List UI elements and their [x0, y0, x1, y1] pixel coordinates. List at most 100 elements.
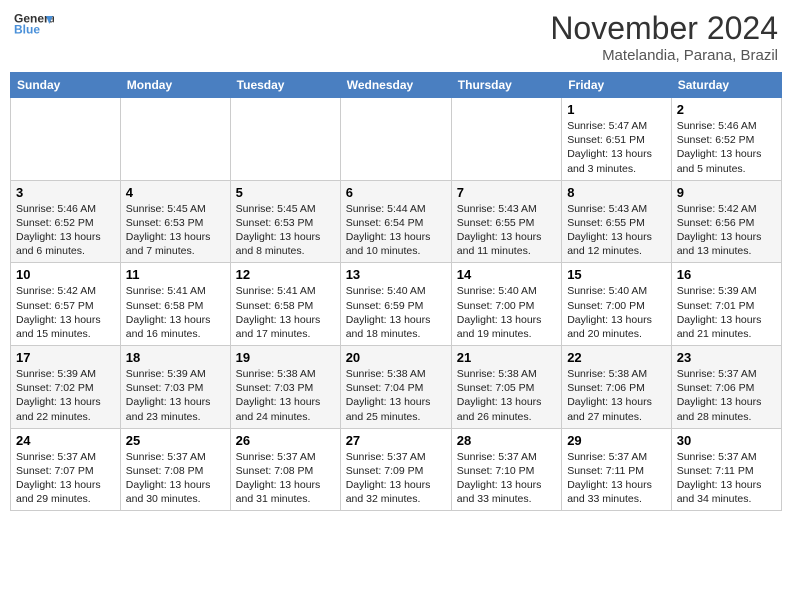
- day-info: Sunrise: 5:38 AM Sunset: 7:06 PM Dayligh…: [567, 367, 666, 424]
- day-number: 6: [346, 185, 446, 200]
- day-info: Sunrise: 5:43 AM Sunset: 6:55 PM Dayligh…: [567, 202, 666, 259]
- day-info: Sunrise: 5:42 AM Sunset: 6:56 PM Dayligh…: [677, 202, 776, 259]
- calendar-day-cell: 29 Sunrise: 5:37 AM Sunset: 7:11 PM Dayli…: [562, 428, 672, 511]
- day-number: 28: [457, 433, 556, 448]
- day-info: Sunrise: 5:44 AM Sunset: 6:54 PM Dayligh…: [346, 202, 446, 259]
- day-number: 3: [16, 185, 115, 200]
- day-number: 13: [346, 267, 446, 282]
- calendar-week-row: 1 Sunrise: 5:47 AM Sunset: 6:51 PM Daylig…: [11, 98, 782, 181]
- day-info: Sunrise: 5:42 AM Sunset: 6:57 PM Dayligh…: [16, 284, 115, 341]
- day-info: Sunrise: 5:39 AM Sunset: 7:01 PM Dayligh…: [677, 284, 776, 341]
- calendar-day-cell: [340, 98, 451, 181]
- day-info: Sunrise: 5:38 AM Sunset: 7:03 PM Dayligh…: [236, 367, 335, 424]
- day-info: Sunrise: 5:37 AM Sunset: 7:11 PM Dayligh…: [677, 450, 776, 507]
- day-info: Sunrise: 5:43 AM Sunset: 6:55 PM Dayligh…: [457, 202, 556, 259]
- calendar-day-cell: 15 Sunrise: 5:40 AM Sunset: 7:00 PM Dayli…: [562, 263, 672, 346]
- calendar-day-cell: 9Sunrise: 5:42 AM Sunset: 6:56 PM Daylig…: [671, 180, 781, 263]
- logo-icon: General Blue: [14, 10, 54, 38]
- calendar-day-cell: 1 Sunrise: 5:47 AM Sunset: 6:51 PM Daylig…: [562, 98, 672, 181]
- weekday-header-cell: Tuesday: [230, 73, 340, 98]
- day-info: Sunrise: 5:37 AM Sunset: 7:08 PM Dayligh…: [236, 450, 335, 507]
- day-info: Sunrise: 5:45 AM Sunset: 6:53 PM Dayligh…: [236, 202, 335, 259]
- weekday-header-row: SundayMondayTuesdayWednesdayThursdayFrid…: [11, 73, 782, 98]
- weekday-header-cell: Wednesday: [340, 73, 451, 98]
- day-info: Sunrise: 5:41 AM Sunset: 6:58 PM Dayligh…: [236, 284, 335, 341]
- calendar-day-cell: [230, 98, 340, 181]
- calendar-day-cell: 17 Sunrise: 5:39 AM Sunset: 7:02 PM Dayli…: [11, 346, 121, 429]
- calendar-day-cell: [451, 98, 561, 181]
- weekday-header-cell: Monday: [120, 73, 230, 98]
- weekday-header-cell: Sunday: [11, 73, 121, 98]
- weekday-header-cell: Friday: [562, 73, 672, 98]
- calendar-day-cell: 27Sunrise: 5:37 AM Sunset: 7:09 PM Dayli…: [340, 428, 451, 511]
- calendar-week-row: 17 Sunrise: 5:39 AM Sunset: 7:02 PM Dayli…: [11, 346, 782, 429]
- calendar-day-cell: 19 Sunrise: 5:38 AM Sunset: 7:03 PM Dayli…: [230, 346, 340, 429]
- calendar-day-cell: 3Sunrise: 5:46 AM Sunset: 6:52 PM Daylig…: [11, 180, 121, 263]
- calendar-day-cell: 5 Sunrise: 5:45 AM Sunset: 6:53 PM Daylig…: [230, 180, 340, 263]
- day-number: 7: [457, 185, 556, 200]
- calendar-day-cell: [120, 98, 230, 181]
- calendar-day-cell: 13 Sunrise: 5:40 AM Sunset: 6:59 PM Dayli…: [340, 263, 451, 346]
- day-info: Sunrise: 5:47 AM Sunset: 6:51 PM Dayligh…: [567, 119, 666, 176]
- day-number: 27: [346, 433, 446, 448]
- day-number: 20: [346, 350, 446, 365]
- calendar-day-cell: 12 Sunrise: 5:41 AM Sunset: 6:58 PM Dayli…: [230, 263, 340, 346]
- day-info: Sunrise: 5:39 AM Sunset: 7:03 PM Dayligh…: [126, 367, 225, 424]
- day-info: Sunrise: 5:39 AM Sunset: 7:02 PM Dayligh…: [16, 367, 115, 424]
- calendar-day-cell: 16 Sunrise: 5:39 AM Sunset: 7:01 PM Dayli…: [671, 263, 781, 346]
- day-info: Sunrise: 5:37 AM Sunset: 7:10 PM Dayligh…: [457, 450, 556, 507]
- calendar-week-row: 24 Sunrise: 5:37 AM Sunset: 7:07 PM Dayli…: [11, 428, 782, 511]
- day-number: 21: [457, 350, 556, 365]
- day-info: Sunrise: 5:37 AM Sunset: 7:08 PM Dayligh…: [126, 450, 225, 507]
- day-number: 30: [677, 433, 776, 448]
- day-number: 24: [16, 433, 115, 448]
- day-info: Sunrise: 5:40 AM Sunset: 7:00 PM Dayligh…: [567, 284, 666, 341]
- weekday-header-cell: Saturday: [671, 73, 781, 98]
- calendar-day-cell: 24 Sunrise: 5:37 AM Sunset: 7:07 PM Dayli…: [11, 428, 121, 511]
- calendar-day-cell: 8 Sunrise: 5:43 AM Sunset: 6:55 PM Daylig…: [562, 180, 672, 263]
- day-number: 4: [126, 185, 225, 200]
- day-info: Sunrise: 5:37 AM Sunset: 7:06 PM Dayligh…: [677, 367, 776, 424]
- day-number: 1: [567, 102, 666, 117]
- day-number: 29: [567, 433, 666, 448]
- calendar-day-cell: 6 Sunrise: 5:44 AM Sunset: 6:54 PM Daylig…: [340, 180, 451, 263]
- day-number: 23: [677, 350, 776, 365]
- day-number: 16: [677, 267, 776, 282]
- calendar-day-cell: 22 Sunrise: 5:38 AM Sunset: 7:06 PM Dayli…: [562, 346, 672, 429]
- day-number: 17: [16, 350, 115, 365]
- day-info: Sunrise: 5:38 AM Sunset: 7:05 PM Dayligh…: [457, 367, 556, 424]
- day-number: 18: [126, 350, 225, 365]
- calendar-day-cell: 7 Sunrise: 5:43 AM Sunset: 6:55 PM Daylig…: [451, 180, 561, 263]
- day-info: Sunrise: 5:45 AM Sunset: 6:53 PM Dayligh…: [126, 202, 225, 259]
- title-block: November 2024 Matelandia, Parana, Brazil: [550, 10, 778, 64]
- day-number: 25: [126, 433, 225, 448]
- day-number: 12: [236, 267, 335, 282]
- calendar-day-cell: 30 Sunrise: 5:37 AM Sunset: 7:11 PM Dayli…: [671, 428, 781, 511]
- day-number: 15: [567, 267, 666, 282]
- calendar-table: SundayMondayTuesdayWednesdayThursdayFrid…: [10, 72, 782, 511]
- day-info: Sunrise: 5:40 AM Sunset: 6:59 PM Dayligh…: [346, 284, 446, 341]
- calendar-week-row: 3Sunrise: 5:46 AM Sunset: 6:52 PM Daylig…: [11, 180, 782, 263]
- calendar-day-cell: 23 Sunrise: 5:37 AM Sunset: 7:06 PM Dayli…: [671, 346, 781, 429]
- calendar-day-cell: [11, 98, 121, 181]
- day-info: Sunrise: 5:37 AM Sunset: 7:11 PM Dayligh…: [567, 450, 666, 507]
- calendar-day-cell: 2 Sunrise: 5:46 AM Sunset: 6:52 PM Daylig…: [671, 98, 781, 181]
- page-header: General Blue November 2024 Matelandia, P…: [10, 10, 782, 64]
- day-number: 5: [236, 185, 335, 200]
- day-number: 26: [236, 433, 335, 448]
- day-number: 22: [567, 350, 666, 365]
- day-number: 2: [677, 102, 776, 117]
- calendar-body: 1 Sunrise: 5:47 AM Sunset: 6:51 PM Daylig…: [11, 98, 782, 511]
- calendar-day-cell: 10Sunrise: 5:42 AM Sunset: 6:57 PM Dayli…: [11, 263, 121, 346]
- calendar-day-cell: 14 Sunrise: 5:40 AM Sunset: 7:00 PM Dayli…: [451, 263, 561, 346]
- day-info: Sunrise: 5:40 AM Sunset: 7:00 PM Dayligh…: [457, 284, 556, 341]
- day-info: Sunrise: 5:37 AM Sunset: 7:07 PM Dayligh…: [16, 450, 115, 507]
- day-info: Sunrise: 5:41 AM Sunset: 6:58 PM Dayligh…: [126, 284, 225, 341]
- calendar-day-cell: 11Sunrise: 5:41 AM Sunset: 6:58 PM Dayli…: [120, 263, 230, 346]
- day-number: 14: [457, 267, 556, 282]
- logo: General Blue: [14, 10, 54, 38]
- weekday-header-cell: Thursday: [451, 73, 561, 98]
- day-number: 19: [236, 350, 335, 365]
- day-info: Sunrise: 5:46 AM Sunset: 6:52 PM Dayligh…: [677, 119, 776, 176]
- day-number: 8: [567, 185, 666, 200]
